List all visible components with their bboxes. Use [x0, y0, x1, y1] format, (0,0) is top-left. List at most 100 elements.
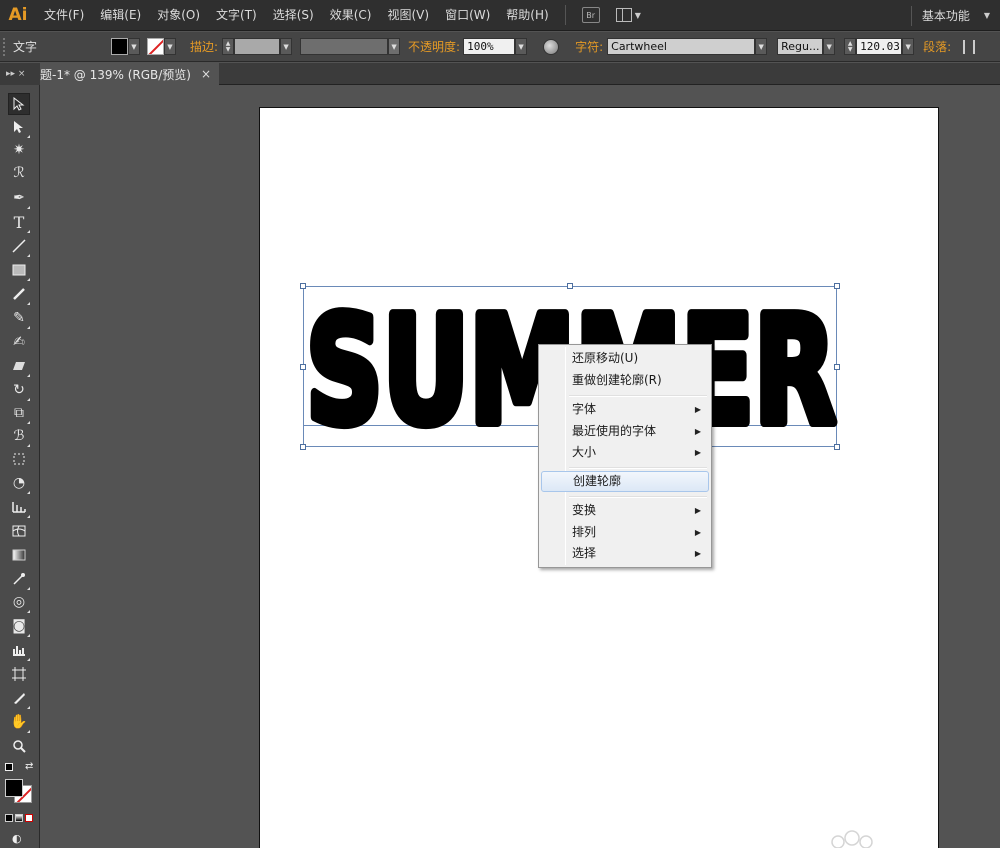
fill-dropdown-icon[interactable]: ▼ — [128, 38, 140, 55]
font-family-field[interactable]: Cartwheel — [607, 38, 756, 55]
arrange-documents-icon — [615, 8, 632, 22]
font-family-dropdown-icon[interactable]: ▼ — [755, 38, 768, 55]
fill-color-box[interactable] — [5, 779, 23, 797]
gradient-mode-icon[interactable] — [15, 814, 23, 822]
hand-tool-icon[interactable]: ✋ — [8, 711, 30, 733]
submenu-arrow-icon: ▶ — [694, 405, 701, 414]
character-label[interactable]: 字符: — [575, 38, 603, 55]
fill-color-control[interactable]: ▼ — [111, 38, 140, 55]
handle-top-center[interactable] — [567, 283, 573, 289]
font-size-dropdown-icon[interactable]: ▼ — [902, 38, 915, 55]
pencil-tool-icon[interactable]: ✎ — [8, 307, 30, 329]
menu-item-redo-create-outlines[interactable]: 重做创建轮廓(R) — [541, 370, 709, 391]
color-mode-buttons[interactable] — [5, 814, 33, 822]
paragraph-label[interactable]: 段落: — [923, 38, 951, 55]
menu-item-transform[interactable]: 变换 ▶ — [541, 500, 709, 521]
rectangle-tool-icon[interactable] — [8, 259, 30, 281]
shape-builder-tool-icon[interactable]: ◔ — [8, 472, 30, 494]
stroke-dropdown-icon[interactable]: ▼ — [164, 38, 176, 55]
direct-selection-tool-icon[interactable] — [8, 116, 30, 138]
gradient-tool-icon[interactable] — [8, 544, 30, 566]
pen-tool-icon[interactable]: ✒ — [8, 187, 30, 209]
scale-tool-icon[interactable]: ⧉ — [8, 402, 30, 424]
color-mode-icon[interactable] — [5, 814, 13, 822]
opacity-dropdown-icon[interactable]: ▼ — [515, 38, 528, 55]
workspace-switcher[interactable]: 基本功能 ▼ — [910, 0, 990, 31]
font-style-field[interactable]: Regu... — [777, 38, 824, 55]
handle-top-left[interactable] — [300, 283, 306, 289]
magic-wand-tool-icon[interactable]: ✷ — [8, 139, 30, 161]
mesh-tool-icon[interactable] — [8, 520, 30, 542]
arrange-documents-button[interactable]: ▼ — [615, 8, 641, 22]
lasso-tool-icon[interactable]: ℛ — [8, 162, 30, 184]
blend-tool-icon[interactable]: ◎ — [8, 591, 30, 613]
menu-object[interactable]: 对象(O) — [149, 0, 208, 31]
blob-brush-tool-icon[interactable]: ✍ — [8, 331, 30, 353]
recolor-artwork-icon[interactable] — [543, 38, 560, 55]
handle-bottom-right[interactable] — [834, 444, 840, 450]
rotate-tool-icon[interactable]: ↻ — [8, 379, 30, 401]
menu-item-create-outlines[interactable]: 创建轮廓 — [541, 471, 709, 492]
control-bar-grip[interactable] — [3, 37, 9, 56]
free-transform-tool-icon[interactable] — [8, 448, 30, 470]
document-tab[interactable]: 题-1* @ 139% (RGB/预览) × — [40, 63, 220, 85]
eraser-tool-icon[interactable] — [8, 355, 30, 377]
type-tool-icon[interactable]: T — [8, 211, 30, 233]
font-size-stepper[interactable]: ▲ ▼ — [844, 38, 857, 55]
stroke-label[interactable]: 描边: — [190, 38, 218, 55]
none-mode-icon[interactable] — [25, 814, 33, 822]
eyedropper-tool-icon[interactable] — [8, 568, 30, 590]
menu-item-font[interactable]: 字体 ▶ — [541, 399, 709, 420]
menu-item-recent-fonts[interactable]: 最近使用的字体 ▶ — [541, 421, 709, 442]
opacity-field[interactable]: 100% — [463, 38, 516, 55]
stroke-weight-dropdown-icon[interactable]: ▼ — [280, 38, 293, 55]
menu-item-select[interactable]: 选择 ▶ — [541, 543, 709, 564]
variable-width-profile[interactable] — [300, 38, 389, 55]
symbol-sprayer-tool-icon[interactable]: ◙ — [8, 615, 30, 637]
menu-view[interactable]: 视图(V) — [379, 0, 437, 31]
handle-top-right[interactable] — [834, 283, 840, 289]
stroke-weight-stepper[interactable]: ▲ ▼ — [222, 38, 235, 55]
menu-select[interactable]: 选择(S) — [265, 0, 322, 31]
close-tab-icon[interactable]: × — [201, 67, 211, 81]
menu-separator — [569, 395, 707, 397]
bridge-button[interactable]: Br — [581, 7, 600, 23]
font-size-field[interactable]: 120.03 — [856, 38, 903, 55]
selection-tool-icon[interactable] — [8, 93, 30, 115]
menu-help[interactable]: 帮助(H) — [498, 0, 556, 31]
profile-dropdown-icon[interactable]: ▼ — [388, 38, 401, 55]
paintbrush-tool-icon[interactable] — [8, 283, 30, 305]
workspace-label[interactable]: 基本功能 — [922, 7, 970, 24]
menu-edit[interactable]: 编辑(E) — [92, 0, 149, 31]
stroke-weight-field[interactable] — [234, 38, 281, 55]
stroke-none-swatch[interactable] — [147, 38, 164, 55]
swap-colors-icon[interactable]: ⇄ — [25, 761, 33, 772]
menu-items: 文件(F) 编辑(E) 对象(O) 文字(T) 选择(S) 效果(C) 视图(V… — [36, 0, 641, 31]
width-tool-icon[interactable]: ℬ — [8, 425, 30, 447]
menu-type[interactable]: 文字(T) — [208, 0, 265, 31]
workspace-divider — [910, 5, 912, 26]
zoom-tool-icon[interactable] — [8, 735, 30, 757]
column-graph-tool-icon[interactable] — [8, 639, 30, 661]
perspective-grid-tool-icon[interactable] — [8, 496, 30, 518]
menu-window[interactable]: 窗口(W) — [437, 0, 498, 31]
menu-item-undo-move[interactable]: 还原移动(U) — [541, 348, 709, 369]
menu-item-label: 还原移动(U) — [572, 351, 639, 365]
slice-tool-icon[interactable] — [8, 687, 30, 709]
opacity-label[interactable]: 不透明度: — [408, 38, 460, 55]
stroke-color-control[interactable]: ▼ — [147, 38, 176, 55]
draw-mode-icon[interactable]: ◐ — [12, 832, 22, 845]
align-icon[interactable] — [963, 39, 976, 54]
default-colors-icon[interactable] — [5, 763, 13, 771]
line-segment-tool-icon[interactable] — [8, 235, 30, 257]
fill-swatch[interactable] — [111, 38, 128, 55]
pasteboard[interactable] — [41, 86, 1000, 848]
menu-file[interactable]: 文件(F) — [36, 0, 92, 31]
menu-item-size[interactable]: 大小 ▶ — [541, 442, 709, 463]
handle-bottom-left[interactable] — [300, 444, 306, 450]
panel-collapse-icon[interactable]: ▸▸ × — [6, 69, 25, 79]
artboard-tool-icon[interactable] — [8, 663, 30, 685]
menu-item-arrange[interactable]: 排列 ▶ — [541, 522, 709, 543]
font-style-dropdown-icon[interactable]: ▼ — [823, 38, 836, 55]
menu-effect[interactable]: 效果(C) — [322, 0, 380, 31]
